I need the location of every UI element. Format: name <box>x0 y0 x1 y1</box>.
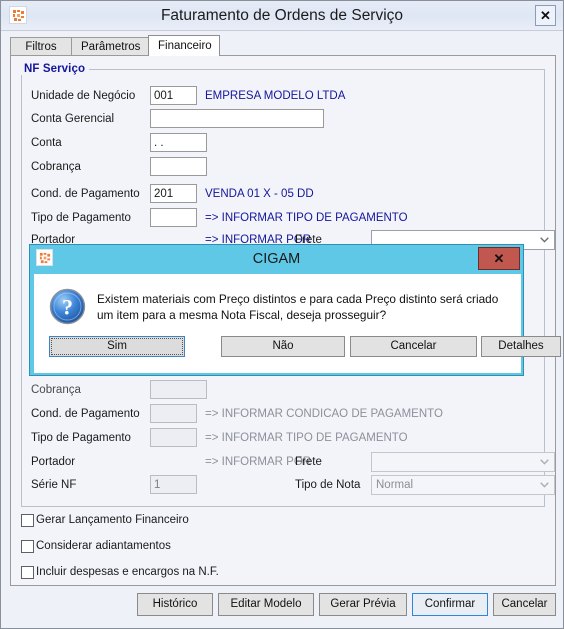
cobranca-input[interactable] <box>150 157 207 176</box>
conta-label: Conta <box>31 137 62 149</box>
cond-pagamento-2-input[interactable] <box>150 404 197 423</box>
chevron-down-icon <box>540 459 549 465</box>
frete-2-label: Frete <box>295 456 322 468</box>
cond-pagamento-input[interactable] <box>150 184 197 203</box>
tipo-pagamento-2-input[interactable] <box>150 428 197 447</box>
checkbox-gerar-lancamento-financeiro[interactable]: Gerar Lançamento Financeiro <box>21 510 189 530</box>
portador-2-label: Portador <box>31 456 76 468</box>
dialog-detalhes-label: Detalhes <box>498 340 544 352</box>
cancelar-button[interactable]: Cancelar <box>493 593 556 616</box>
frete-2-combo[interactable] <box>371 452 555 472</box>
tipo-nota-combo[interactable]: Normal <box>371 475 555 495</box>
tab-parametros[interactable]: Parâmetros <box>71 37 149 55</box>
nf-servico-legend: NF Serviço <box>20 63 90 75</box>
tipo-pagamento-label: Tipo de Pagamento <box>31 212 131 224</box>
window-title: Faturamento de Ordens de Serviço <box>160 7 404 24</box>
row-tipo-pagamento-2: Tipo de Pagamento => INFORMAR TIPO DE PA… <box>31 427 531 449</box>
chevron-down-icon <box>540 482 549 488</box>
checkbox-box[interactable] <box>21 565 34 579</box>
tipo-pagamento-hint: => INFORMAR TIPO DE PAGAMENTO <box>205 212 408 224</box>
confirmar-button-label: Confirmar <box>424 598 476 610</box>
chevron-down-icon <box>540 237 549 243</box>
cancelar-button-label: Cancelar <box>501 598 548 610</box>
gerar-previa-button[interactable]: Gerar Prévia <box>319 593 407 616</box>
unidade-negocio-label: Unidade de Negócio <box>31 90 136 102</box>
dialog-detalhes-button[interactable]: Detalhes <box>481 336 561 357</box>
serie-nf-label: Série NF <box>31 479 77 491</box>
confirmar-button[interactable]: Confirmar <box>412 593 488 616</box>
tipo-pagamento-input[interactable] <box>150 208 197 227</box>
dialog-sim-label: Sim <box>107 340 127 352</box>
checkbox-incluir-despesas-encargos[interactable]: Incluir despesas e encargos na N.F. <box>21 562 219 582</box>
tipo-pagamento-2-label: Tipo de Pagamento <box>31 432 131 444</box>
row-serie-nf: Série NF Tipo de Nota Normal <box>31 474 555 496</box>
dialog-body: ? Existem materiais com Preço distintos … <box>34 274 561 373</box>
cobranca-label: Cobrança <box>31 161 81 173</box>
checkbox-box[interactable] <box>21 539 34 553</box>
tabstrip: Filtros Parâmetros Financeiro <box>10 35 556 56</box>
historico-button-label: Histórico <box>152 598 198 610</box>
application-window: Faturamento de Ordens de Serviço ✕ Filtr… <box>0 0 564 629</box>
row-conta-gerencial: Conta Gerencial <box>31 108 531 130</box>
tipo-nota-combo-value: Normal <box>376 479 414 491</box>
cond-pagamento-hint: VENDA 01 X - 05 DD <box>205 188 314 200</box>
row-cobranca-2: Cobrança <box>31 379 531 401</box>
row-conta: Conta <box>31 132 531 154</box>
tab-filtros[interactable]: Filtros <box>10 37 72 55</box>
checkbox-box[interactable] <box>21 513 34 527</box>
cobranca-2-input[interactable] <box>150 380 207 399</box>
cond-pagamento-2-hint: => INFORMAR CONDICAO DE PAGAMENTO <box>205 408 443 420</box>
dialog-cancelar-label: Cancelar <box>390 340 437 352</box>
close-icon[interactable]: ✕ <box>535 5 556 26</box>
row-unidade-negocio: Unidade de Negócio EMPRESA MODELO LTDA <box>31 85 531 107</box>
row-cobranca: Cobrança <box>31 156 531 178</box>
unidade-negocio-input[interactable] <box>150 86 197 105</box>
svg-text:?: ? <box>62 295 73 320</box>
dialog-cancelar-button[interactable]: Cancelar <box>350 336 477 357</box>
editar-modelo-button-label: Editar Modelo <box>230 598 302 610</box>
checkbox-label: Gerar Lançamento Financeiro <box>36 514 189 526</box>
cond-pagamento-2-label: Cond. de Pagamento <box>31 408 140 420</box>
question-icon: ? <box>49 288 86 325</box>
tipo-nota-label: Tipo de Nota <box>295 479 361 491</box>
row-tipo-pagamento: Tipo de Pagamento => INFORMAR TIPO DE PA… <box>31 207 531 229</box>
dialog-nao-label: Não <box>272 340 294 352</box>
tipo-pagamento-2-hint: => INFORMAR TIPO DE PAGAMENTO <box>205 432 408 444</box>
serie-nf-input[interactable] <box>150 475 197 494</box>
historico-button[interactable]: Histórico <box>137 593 213 616</box>
checkbox-label: Incluir despesas e encargos na N.F. <box>36 566 219 578</box>
conta-gerencial-input[interactable] <box>150 109 324 128</box>
dialog-nao-button[interactable]: Não <box>221 336 345 357</box>
row-cond-pagamento-2: Cond. de Pagamento => INFORMAR CONDICAO … <box>31 403 531 425</box>
row-cond-pagamento: Cond. de Pagamento VENDA 01 X - 05 DD <box>31 183 531 205</box>
checkbox-label: Considerar adiantamentos <box>36 540 171 552</box>
footer-button-bar: Histórico Editar Modelo Gerar Prévia Con… <box>10 589 556 621</box>
unidade-negocio-hint: EMPRESA MODELO LTDA <box>205 90 346 102</box>
cobranca-2-label: Cobrança <box>31 384 81 396</box>
window-titlebar: Faturamento de Ordens de Serviço ✕ <box>1 1 563 31</box>
gerar-previa-button-label: Gerar Prévia <box>330 598 396 610</box>
row-portador-2: Portador => INFORMAR POR Frete <box>31 451 555 473</box>
dialog-sim-button[interactable]: Sim <box>49 336 185 357</box>
cigam-dialog: CIGAM ✕ ? Existem materiais com Preço di… <box>29 244 561 376</box>
checkbox-considerar-adiantamentos[interactable]: Considerar adiantamentos <box>21 536 171 556</box>
editar-modelo-button[interactable]: Editar Modelo <box>218 593 314 616</box>
dialog-close-icon[interactable]: ✕ <box>478 247 520 270</box>
dialog-title: CIGAM <box>252 251 301 267</box>
cond-pagamento-label: Cond. de Pagamento <box>31 188 140 200</box>
conta-gerencial-label: Conta Gerencial <box>31 113 115 125</box>
dialog-message: Existem materiais com Preço distintos e … <box>97 292 499 322</box>
tab-financeiro[interactable]: Financeiro <box>148 35 220 56</box>
conta-input[interactable] <box>150 133 207 152</box>
